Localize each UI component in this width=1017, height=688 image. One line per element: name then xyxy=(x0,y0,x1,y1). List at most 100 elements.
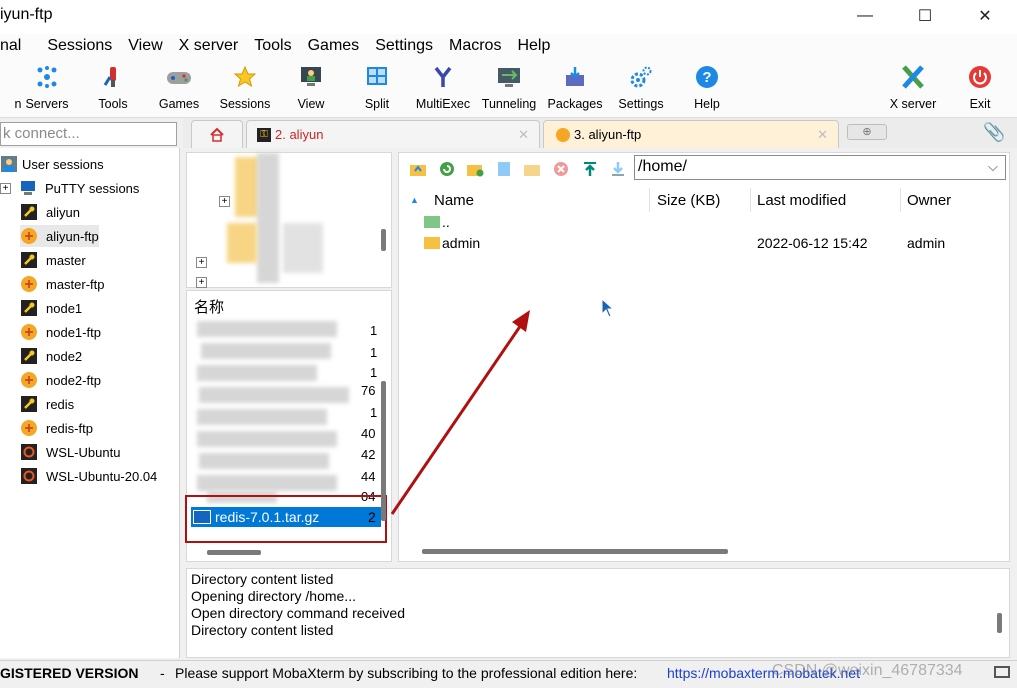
session-item[interactable]: redis-ftp xyxy=(20,417,93,439)
minimize-button[interactable]: — xyxy=(842,0,888,32)
fork-icon xyxy=(430,64,456,90)
remote-path-input[interactable]: /home/ xyxy=(634,155,1006,180)
expand-icon[interactable]: + xyxy=(196,257,207,268)
column-header-owner[interactable]: Owner xyxy=(901,188,1006,212)
session-item[interactable]: node2 xyxy=(20,345,82,367)
gear-icon xyxy=(628,64,654,90)
delete-icon[interactable] xyxy=(551,160,571,178)
paperclip-icon[interactable]: 📎 xyxy=(983,122,1005,143)
sessions-sidebar: User sessions + PuTTY sessions aliyun ali… xyxy=(0,148,180,658)
session-label: aliyun xyxy=(46,204,80,220)
putty-sessions-group[interactable]: + PuTTY sessions xyxy=(0,177,139,199)
x-server-button[interactable]: X server xyxy=(880,62,946,116)
sort-ascending-icon: ▲ xyxy=(410,195,419,205)
quick-connect-input[interactable]: k connect... xyxy=(0,122,177,146)
local-file-list[interactable]: 名称 1 1 1 76 1 40 42 44 04 redis-7.0.1.ta… xyxy=(185,290,392,562)
tools-button[interactable]: Tools xyxy=(80,62,146,116)
close-icon[interactable]: ✕ xyxy=(817,127,828,143)
games-button[interactable]: Games xyxy=(146,62,212,116)
expand-icon[interactable]: + xyxy=(196,277,207,288)
expand-icon[interactable]: + xyxy=(219,196,230,207)
session-item[interactable]: node2-ftp xyxy=(20,369,101,391)
session-label: WSL-Ubuntu-20.04 xyxy=(46,468,158,484)
session-item[interactable]: node1-ftp xyxy=(20,321,101,343)
exit-button[interactable]: Exit xyxy=(947,62,1013,116)
view-button[interactable]: View xyxy=(278,62,344,116)
menu-x-server[interactable]: X server xyxy=(171,37,247,55)
svg-text:?: ? xyxy=(702,69,711,86)
ubuntu-icon xyxy=(20,443,38,461)
local-folder-tree[interactable]: + + + xyxy=(186,152,392,288)
open-folder-icon[interactable] xyxy=(522,160,542,178)
owner-cell: admin xyxy=(907,235,946,251)
settings-button[interactable]: Settings xyxy=(608,62,674,116)
tab-aliyun[interactable]: ⚿ 2. aliyun ✕ xyxy=(246,120,540,148)
tunneling-button[interactable]: Tunneling xyxy=(476,62,542,116)
menu-sessions[interactable]: Sessions xyxy=(29,37,120,55)
upload-icon[interactable] xyxy=(580,160,600,178)
parent-folder-icon[interactable] xyxy=(408,160,428,178)
split-button[interactable]: Split xyxy=(344,62,410,116)
menu-help[interactable]: Help xyxy=(509,37,558,55)
session-item[interactable]: aliyun xyxy=(20,201,80,223)
tab-label: 2. aliyun xyxy=(275,127,324,142)
scrollbar-thumb[interactable] xyxy=(381,229,386,251)
column-header-size[interactable]: Size (KB) xyxy=(651,188,751,212)
key-icon xyxy=(20,347,38,365)
session-item[interactable]: aliyun-ftp xyxy=(20,225,99,247)
menu-bar: nal Sessions View X server Tools Games S… xyxy=(0,34,1017,58)
menu-macros[interactable]: Macros xyxy=(441,37,509,55)
csdn-watermark: CSDN @weixin_46787334 xyxy=(772,662,963,679)
close-icon[interactable]: ✕ xyxy=(518,127,529,143)
log-line: Directory content listed xyxy=(191,622,334,638)
session-item[interactable]: WSL-Ubuntu xyxy=(20,441,120,463)
support-message: Please support MobaXterm by subscribing … xyxy=(175,665,638,681)
user-sessions-group[interactable]: User sessions xyxy=(0,153,104,175)
putty-icon xyxy=(19,179,37,197)
session-item[interactable]: master-ftp xyxy=(20,273,105,295)
close-button[interactable]: ✕ xyxy=(962,0,1008,32)
name-column-header[interactable]: 名称 xyxy=(194,296,224,317)
download-icon[interactable] xyxy=(608,160,628,178)
new-tab-button[interactable]: ⊕ xyxy=(847,124,887,140)
monitor-icon[interactable] xyxy=(994,666,1010,678)
servers-button[interactable]: Servers xyxy=(14,62,80,116)
split-icon xyxy=(364,64,390,90)
refresh-icon[interactable] xyxy=(437,160,457,178)
new-folder-icon[interactable] xyxy=(465,160,485,178)
session-item[interactable]: redis xyxy=(20,393,74,415)
ftp-icon xyxy=(20,275,38,293)
registered-version-label: GISTERED VERSION xyxy=(0,665,139,681)
gamepad-icon xyxy=(166,64,192,90)
tab-aliyun-ftp[interactable]: 3. aliyun-ftp ✕ xyxy=(543,120,839,148)
menu-settings[interactable]: Settings xyxy=(367,37,441,55)
session-item[interactable]: WSL-Ubuntu-20.04 xyxy=(20,465,157,487)
tab-home[interactable] xyxy=(191,120,243,148)
column-header-name[interactable]: Name xyxy=(428,188,650,212)
packages-button[interactable]: Packages xyxy=(542,62,608,116)
scrollbar-thumb[interactable] xyxy=(422,549,728,554)
chevron-down-icon[interactable]: ⌵ xyxy=(988,159,998,175)
log-line: Directory content listed xyxy=(191,571,334,587)
maximize-button[interactable]: ☐ xyxy=(902,0,948,32)
column-header-modified[interactable]: Last modified xyxy=(751,188,901,212)
session-label: node2-ftp xyxy=(46,372,101,388)
sessions-button[interactable]: Sessions xyxy=(212,62,278,116)
help-button[interactable]: ? Help xyxy=(674,62,740,116)
scrollbar-thumb[interactable] xyxy=(997,613,1002,633)
table-row[interactable]: .. xyxy=(424,212,450,232)
title-bar: iyun-ftp — ☐ ✕ xyxy=(0,0,1017,34)
tab-strip: ⚿ 2. aliyun ✕ 3. aliyun-ftp ✕ ⊕ 📎 xyxy=(183,118,1017,148)
menu-terminal[interactable]: nal xyxy=(0,37,29,55)
new-file-icon[interactable] xyxy=(494,160,514,178)
session-item[interactable]: master xyxy=(20,249,86,271)
multiexec-button[interactable]: MultiExec xyxy=(410,62,476,116)
menu-tools[interactable]: Tools xyxy=(246,37,299,55)
session-item[interactable]: node1 xyxy=(20,297,82,319)
menu-games[interactable]: Games xyxy=(300,37,368,55)
scrollbar-thumb[interactable] xyxy=(207,550,261,555)
expand-icon[interactable]: + xyxy=(0,182,11,194)
tunnel-icon xyxy=(496,64,522,90)
menu-view[interactable]: View xyxy=(120,37,170,55)
session-label: WSL-Ubuntu xyxy=(46,444,121,460)
